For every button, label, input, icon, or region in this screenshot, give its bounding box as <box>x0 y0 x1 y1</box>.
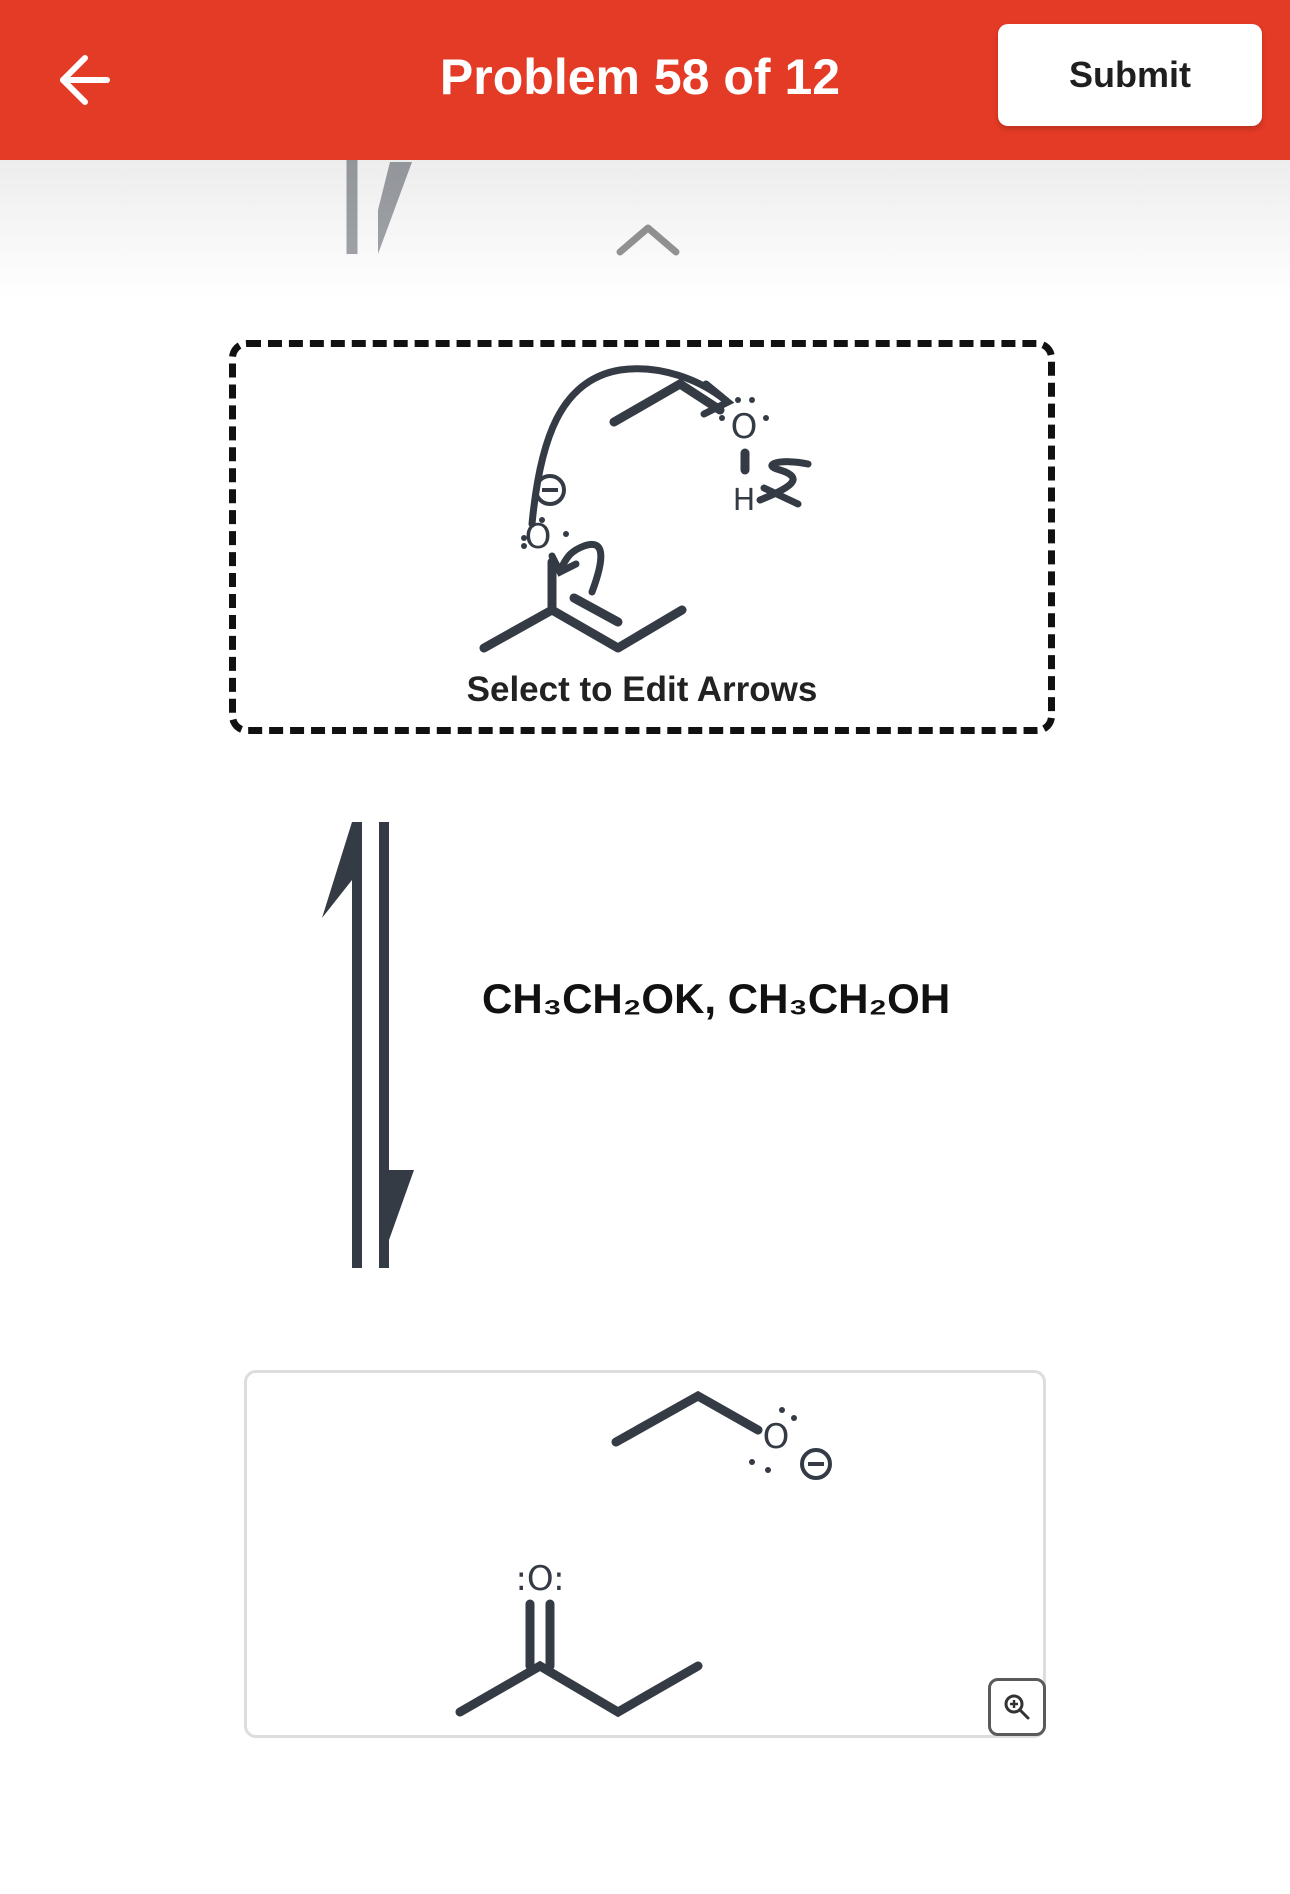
zoom-button[interactable] <box>988 1678 1046 1736</box>
equilibrium-arrow <box>322 822 414 1268</box>
reagents-text: CH₃CH₂OK, CH₃CH₂OH <box>482 975 951 1022</box>
reaction-reagents: CH₃CH₂OK, CH₃CH₂OH <box>482 972 950 1026</box>
page-title: Problem 58 of 12 <box>439 49 841 105</box>
chevron-up-icon <box>616 224 680 256</box>
edit-arrows-label: Select to Edit Arrows <box>466 670 818 709</box>
back-button[interactable] <box>40 35 130 125</box>
collapse-button[interactable] <box>608 210 688 270</box>
submit-button[interactable]: Submit <box>998 24 1262 126</box>
product-panel <box>244 1370 1046 1738</box>
zoom-in-icon <box>1004 1694 1030 1720</box>
top-equilibrium-arrow-fragment <box>346 160 412 254</box>
arrow-left-icon <box>60 55 110 105</box>
app-header: Problem 58 of 12 Submit <box>0 0 1290 160</box>
